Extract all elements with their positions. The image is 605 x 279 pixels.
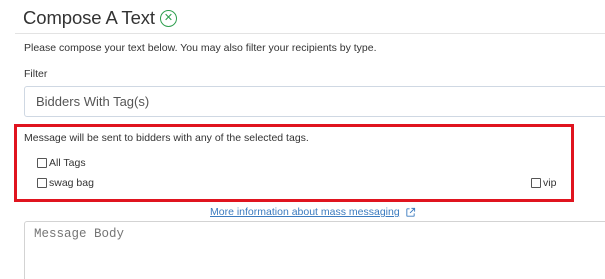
more-info-link[interactable]: More information about mass messaging [210,206,416,218]
circle-x-icon[interactable]: ✕ [159,10,177,27]
checkbox-vip[interactable]: vip [531,177,556,189]
filter-select[interactable]: Bidders With Tag(s) [24,86,605,117]
checkbox-label: swag bag [49,177,94,189]
checkbox-label: All Tags [49,157,86,169]
filter-label: Filter [24,68,48,80]
checkbox-box[interactable] [37,178,47,188]
title-row: Compose A Text ✕ [23,7,177,29]
checkbox-label: vip [543,177,557,189]
divider [15,33,605,34]
message-body-input[interactable] [24,221,605,279]
checkbox-box[interactable] [37,158,47,168]
more-info-link-text[interactable]: More information about mass messaging [210,206,400,218]
external-link-icon [406,207,415,217]
filter-selected-value: Bidders With Tag(s) [36,94,150,109]
checkbox-box[interactable] [531,178,541,188]
checkbox-swag-bag[interactable]: swag bag [37,177,94,189]
tags-message: Message will be sent to bidders with any… [24,132,309,144]
instructions-text: Please compose your text below. You may … [24,42,377,54]
page-title: Compose A Text [23,7,155,28]
compose-text-panel: Compose A Text ✕ Please compose your tex… [0,0,605,279]
checkbox-all-tags[interactable]: All Tags [37,157,86,169]
